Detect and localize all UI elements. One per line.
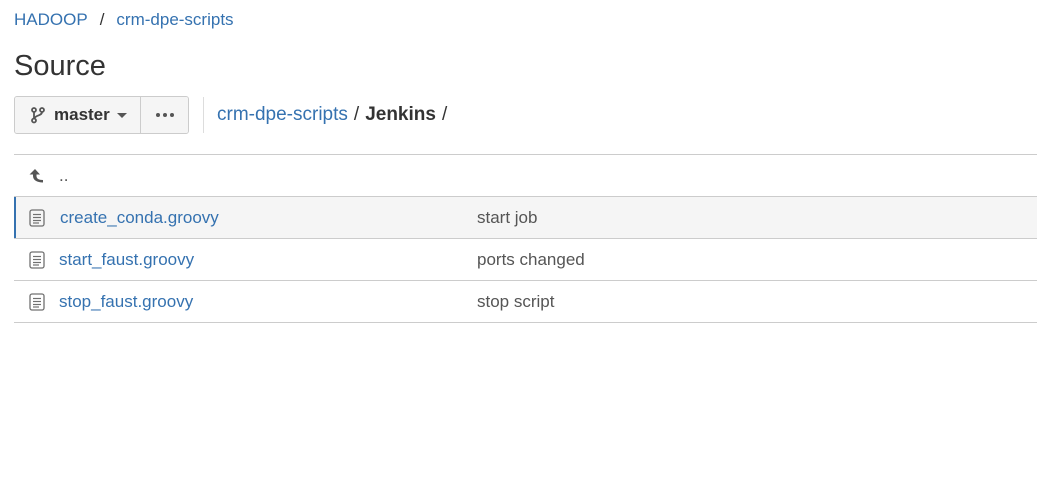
branch-selector-button[interactable]: master: [15, 97, 141, 133]
parent-directory-row[interactable]: ..: [14, 155, 1037, 197]
more-dots-icon: [155, 113, 174, 117]
file-name-link[interactable]: stop_faust.groovy: [59, 292, 193, 312]
file-text-icon: [27, 250, 47, 270]
file-text-icon: [27, 292, 47, 312]
path-repo-link[interactable]: crm-dpe-scripts: [217, 104, 348, 126]
up-arrow-icon: [27, 166, 47, 186]
path-separator: /: [353, 104, 360, 125]
file-list: .. create_conda.groovy start job start_f…: [14, 154, 1037, 323]
path-trailing-separator: /: [441, 104, 448, 125]
more-actions-button[interactable]: [141, 97, 188, 133]
source-toolbar: master crm-dpe-scripts / Jenkins /: [14, 96, 453, 134]
breadcrumb-separator: /: [99, 10, 105, 29]
breadcrumb: HADOOP / crm-dpe-scripts: [14, 10, 234, 30]
file-text-icon: [27, 208, 47, 228]
source-page: HADOOP / crm-dpe-scripts Source master c…: [0, 0, 1037, 502]
path-current-folder: Jenkins: [365, 104, 436, 125]
file-path-breadcrumb: crm-dpe-scripts / Jenkins /: [217, 104, 453, 126]
file-name-link[interactable]: create_conda.groovy: [60, 208, 219, 228]
commit-message: stop script: [477, 291, 555, 311]
page-title: Source: [14, 50, 106, 82]
branch-name: master: [54, 105, 110, 124]
file-row[interactable]: start_faust.groovy ports changed: [14, 239, 1037, 281]
commit-message: ports changed: [477, 249, 585, 269]
breadcrumb-project-link[interactable]: HADOOP: [14, 10, 88, 30]
file-name-link[interactable]: start_faust.groovy: [59, 250, 194, 270]
branch-button-group: master: [14, 96, 189, 134]
toolbar-divider: [203, 97, 204, 133]
file-row[interactable]: stop_faust.groovy stop script: [14, 281, 1037, 323]
breadcrumb-repo-link[interactable]: crm-dpe-scripts: [116, 10, 233, 30]
chevron-down-icon: [116, 112, 127, 118]
file-row[interactable]: create_conda.groovy start job: [14, 197, 1037, 239]
git-branch-icon: [29, 106, 47, 124]
parent-directory-label[interactable]: ..: [59, 166, 68, 186]
commit-message: start job: [477, 207, 538, 227]
